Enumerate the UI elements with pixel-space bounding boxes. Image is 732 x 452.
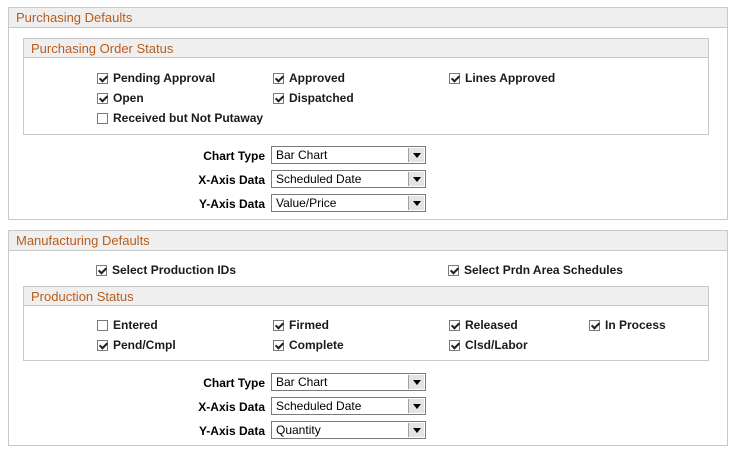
select-value: Bar Chart [276,148,328,162]
y-axis-data-label: Y-Axis Data [198,424,265,438]
checkbox-complete[interactable]: Complete [273,338,344,352]
chart-type-select[interactable]: Bar Chart [271,373,426,391]
checkbox-label: Pending Approval [113,71,216,85]
y-axis-data-select[interactable]: Value/Price [271,194,426,212]
checkbox-approved[interactable]: Approved [273,71,345,85]
purchasing-order-status-title: Purchasing Order Status [24,39,708,58]
dropdown-button[interactable] [408,423,424,437]
checkbox-box[interactable] [97,319,108,331]
dropdown-button[interactable] [408,196,424,210]
checkbox-label: Lines Approved [465,71,556,85]
production-status-title: Production Status [24,287,708,306]
checkbox-in-process[interactable]: In Process [589,318,666,332]
checkbox-box[interactable] [97,339,108,351]
purchasing-order-status-group: Purchasing Order Status Pending Approval… [23,38,709,135]
chevron-down-icon [412,379,421,385]
checkbox-pending-approval[interactable]: Pending Approval [97,71,215,85]
checkbox-box[interactable] [97,72,108,84]
x-axis-data-label: X-Axis Data [198,173,265,187]
checkbox-label: Received but Not Putaway [113,111,264,125]
checkbox-box[interactable] [449,339,460,351]
select-value: Scheduled Date [276,399,362,413]
checkbox-label: Approved [289,71,346,85]
checkbox-box[interactable] [97,92,108,104]
chevron-down-icon [412,176,421,182]
checkbox-box[interactable] [97,112,108,124]
chart-type-label: Chart Type [203,149,265,163]
checkbox-box[interactable] [449,319,460,331]
dropdown-button[interactable] [408,172,424,186]
checkbox-firmed[interactable]: Firmed [273,318,329,332]
select-value: Scheduled Date [276,172,362,186]
checkbox-received-not-putaway[interactable]: Received but Not Putaway [97,111,263,125]
checkbox-open[interactable]: Open [97,91,144,105]
checkbox-label: Firmed [289,318,330,332]
dropdown-button[interactable] [408,399,424,413]
checkbox-box[interactable] [589,319,600,331]
checkbox-box[interactable] [448,264,459,276]
chart-type-label: Chart Type [203,376,265,390]
checkbox-select-prdn-area-schedules[interactable]: Select Prdn Area Schedules [448,263,623,277]
dropdown-button[interactable] [408,148,424,162]
manufacturing-defaults-title: Manufacturing Defaults [9,231,727,251]
checkbox-box[interactable] [449,72,460,84]
select-value: Bar Chart [276,375,328,389]
manufacturing-defaults-section: Manufacturing Defaults Select Production… [8,230,728,446]
checkbox-label: In Process [605,318,666,332]
chart-type-select[interactable]: Bar Chart [271,146,426,164]
checkbox-select-production-ids[interactable]: Select Production IDs [96,263,236,277]
checkbox-box[interactable] [273,72,284,84]
checkbox-label: Clsd/Labor [465,338,528,352]
purchasing-defaults-title: Purchasing Defaults [9,8,727,28]
checkbox-entered[interactable]: Entered [97,318,158,332]
checkbox-lines-approved[interactable]: Lines Approved [449,71,555,85]
checkbox-label: Entered [113,318,158,332]
checkbox-clsd-labor[interactable]: Clsd/Labor [449,338,528,352]
checkbox-box[interactable] [96,264,107,276]
checkbox-label: Pend/Cmpl [113,338,176,352]
chevron-down-icon [412,200,421,206]
checkbox-label: Dispatched [289,91,354,105]
checkbox-label: Select Production IDs [112,263,237,277]
checkbox-released[interactable]: Released [449,318,518,332]
select-value: Quantity [276,423,321,437]
x-axis-data-label: X-Axis Data [198,400,265,414]
checkbox-box[interactable] [273,92,284,104]
x-axis-data-select[interactable]: Scheduled Date [271,397,426,415]
chevron-down-icon [412,427,421,433]
checkbox-label: Complete [289,338,344,352]
chevron-down-icon [412,403,421,409]
checkbox-box[interactable] [273,339,284,351]
select-value: Value/Price [276,196,337,210]
dropdown-button[interactable] [408,375,424,389]
checkbox-label: Released [465,318,518,332]
checkbox-pend-cmpl[interactable]: Pend/Cmpl [97,338,176,352]
checkbox-box[interactable] [273,319,284,331]
x-axis-data-select[interactable]: Scheduled Date [271,170,426,188]
checkbox-dispatched[interactable]: Dispatched [273,91,354,105]
checkbox-label: Open [113,91,144,105]
chevron-down-icon [412,152,421,158]
y-axis-data-select[interactable]: Quantity [271,421,426,439]
checkbox-label: Select Prdn Area Schedules [464,263,623,277]
y-axis-data-label: Y-Axis Data [198,197,265,211]
purchasing-defaults-section: Purchasing Defaults Purchasing Order Sta… [8,7,728,220]
production-status-group: Production Status Entered Firmed Release… [23,286,709,361]
